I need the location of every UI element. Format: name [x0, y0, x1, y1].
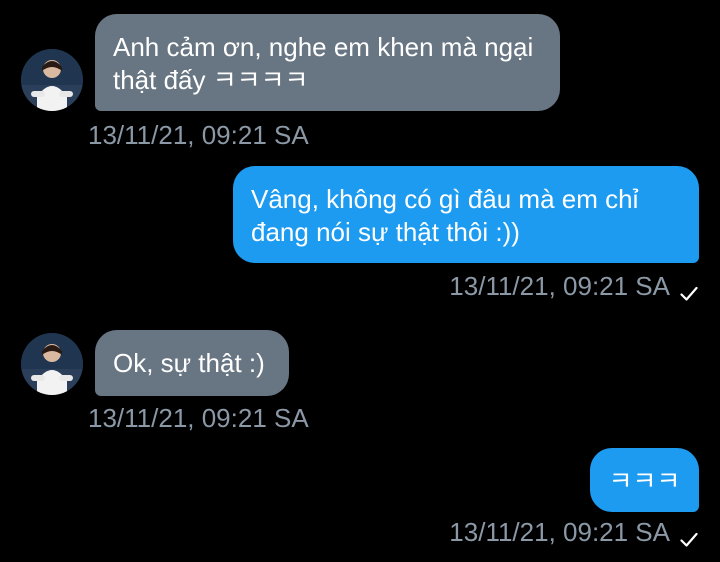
- message-bubble-incoming[interactable]: Ok, sự thật :): [95, 330, 289, 396]
- message-bubble-outgoing[interactable]: ㅋㅋㅋ: [590, 448, 699, 512]
- message-bubble-incoming[interactable]: Anh cảm ơn, nghe em khen mà ngại thật đấ…: [95, 14, 560, 111]
- checkmark-icon: [680, 278, 698, 301]
- message-timestamp: 13/11/21, 09:21 SA: [449, 271, 670, 301]
- sender-avatar[interactable]: [21, 333, 83, 395]
- message-meta: 13/11/21, 09:21 SA: [449, 271, 698, 301]
- message-timestamp: 13/11/21, 09:21 SA: [88, 403, 309, 433]
- checkmark-icon: [680, 524, 698, 547]
- message-bubble-outgoing[interactable]: Vâng, không có gì đâu mà em chỉ đang nói…: [233, 166, 699, 263]
- message-meta: 13/11/21, 09:21 SA: [449, 517, 698, 547]
- sender-avatar[interactable]: [21, 49, 83, 111]
- message-timestamp: 13/11/21, 09:21 SA: [449, 517, 670, 547]
- message-timestamp: 13/11/21, 09:21 SA: [88, 120, 309, 150]
